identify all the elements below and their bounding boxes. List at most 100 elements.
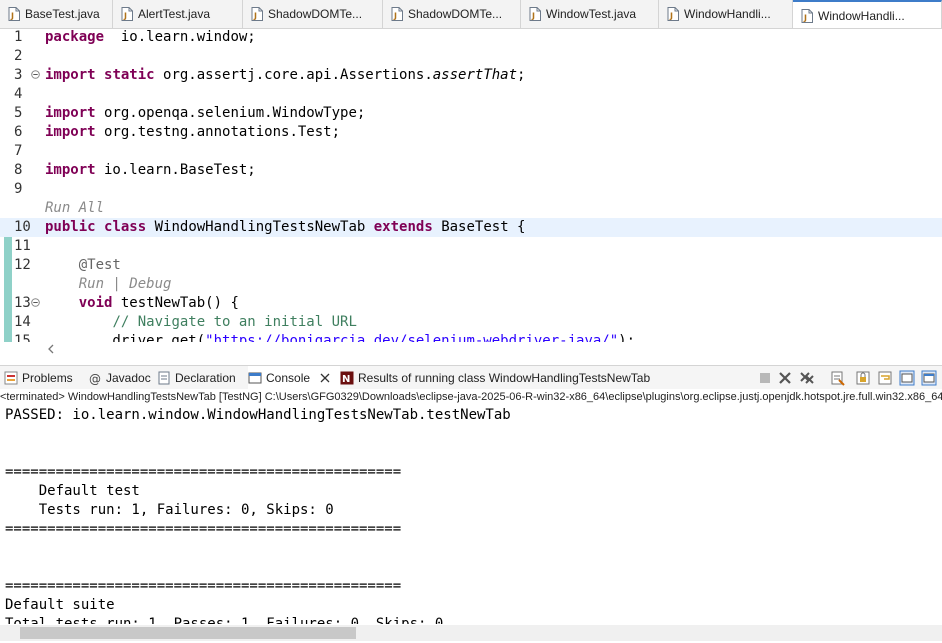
code-token: @Test xyxy=(78,257,121,273)
code-text: import org.openqa.selenium.WindowType; xyxy=(45,104,365,123)
terminate-icon[interactable] xyxy=(757,370,773,386)
code-text: package io.learn.window; xyxy=(45,29,256,47)
console-line: ========================================… xyxy=(5,578,402,594)
fold-collapse-icon[interactable] xyxy=(31,70,40,79)
code-line: 13 void testNewTab() { xyxy=(0,294,942,313)
editor-tab[interactable]: J BaseTest.java xyxy=(0,0,113,28)
svg-text:J: J xyxy=(803,13,807,22)
close-icon[interactable] xyxy=(320,373,330,383)
console-line: Default test xyxy=(5,483,140,499)
code-line: 15 driver.get("https://bonigarcia.dev/se… xyxy=(0,332,942,342)
code-line: 2 xyxy=(0,47,942,66)
code-token: import xyxy=(45,124,96,140)
view-tab-label: Declaration xyxy=(175,371,236,385)
code-line: Run | Debug xyxy=(0,275,942,294)
editor-tab[interactable]: J WindowTest.java xyxy=(521,0,659,28)
line-number: 8 xyxy=(14,162,23,178)
line-number: 6 xyxy=(14,124,23,140)
code-token: // Navigate to an initial URL xyxy=(112,314,357,330)
view-tab-strip: Problems @ Javadoc Declaration Console N Resul… xyxy=(0,365,942,391)
view-tab-results[interactable]: N Results of running class WindowHandling… xyxy=(340,366,660,390)
editor-tab-label: WindowHandli... xyxy=(684,7,771,21)
console-line: Default suite xyxy=(5,597,115,613)
code-token: extends xyxy=(373,219,433,235)
code-text: @Test xyxy=(45,256,121,275)
console-horizontal-scrollbar[interactable] xyxy=(0,625,942,641)
java-file-icon: J xyxy=(121,7,133,21)
word-wrap-icon[interactable] xyxy=(877,370,893,386)
line-number: 1 xyxy=(14,29,23,45)
editor-tab[interactable]: J ShadowDOMTe... xyxy=(243,0,383,28)
scroll-thumb[interactable] xyxy=(20,627,356,639)
view-tab-problems[interactable]: Problems xyxy=(4,366,88,390)
problems-icon xyxy=(4,371,18,385)
remove-all-terminated-icon[interactable] xyxy=(799,370,815,386)
editor-tab[interactable]: J ShadowDOMTe... xyxy=(383,0,521,28)
java-file-icon: J xyxy=(8,7,20,21)
code-token: BaseTest { xyxy=(432,219,526,235)
code-lens-link[interactable]: Run | Debug xyxy=(79,276,172,292)
declaration-icon xyxy=(158,371,170,385)
code-token: WindowHandlingTestsNewTab xyxy=(146,219,374,235)
editor-tab[interactable]: J WindowHandli... xyxy=(659,0,793,28)
svg-text:J: J xyxy=(669,12,673,21)
svg-text:J: J xyxy=(123,12,127,21)
line-number: 14 xyxy=(14,314,31,330)
console-output[interactable]: PASSED: io.learn.window.WindowHandlingTe… xyxy=(0,406,942,624)
svg-text:J: J xyxy=(393,12,397,21)
remove-launch-icon[interactable] xyxy=(777,370,793,386)
editor-tab-label: AlertTest.java xyxy=(138,7,211,21)
code-token: org.openqa.selenium.WindowType; xyxy=(95,105,366,121)
editor-tab-label: ShadowDOMTe... xyxy=(268,7,363,21)
scroll-left-icon[interactable] xyxy=(44,342,58,356)
editor-tab[interactable]: J WindowHandli... xyxy=(793,0,942,28)
line-number: 10 xyxy=(14,219,31,235)
line-number: 11 xyxy=(14,238,31,254)
java-file-icon: J xyxy=(251,7,263,21)
code-editor[interactable]: 1 package io.learn.window; 2 3 import static… xyxy=(0,29,942,342)
clear-console-icon[interactable] xyxy=(830,370,846,386)
java-file-icon: J xyxy=(667,7,679,21)
svg-text:J: J xyxy=(531,12,535,21)
console-line: ========================================… xyxy=(5,464,402,480)
code-line: 4 xyxy=(0,85,942,104)
line-number: 4 xyxy=(14,86,23,102)
editor-tab[interactable]: J AlertTest.java xyxy=(113,0,243,28)
line-number: 15 xyxy=(14,333,31,342)
fold-collapse-icon[interactable] xyxy=(31,298,40,307)
console-line: PASSED: io.learn.window.WindowHandlingTe… xyxy=(5,407,511,423)
code-token: driver.get( xyxy=(45,333,206,342)
code-text: import io.learn.BaseTest; xyxy=(45,161,256,180)
code-token: static xyxy=(104,67,155,83)
view-tab-javadoc[interactable]: @ Javadoc xyxy=(88,366,152,390)
code-token: assertThat xyxy=(432,67,518,83)
code-line: 10 public class WindowHandlingTestsNewTab… xyxy=(0,218,942,237)
code-text: public class WindowHandlingTestsNewTab e… xyxy=(45,218,525,237)
pin-console-icon[interactable] xyxy=(899,370,915,386)
code-token: public xyxy=(45,219,96,235)
testng-results-icon: N xyxy=(340,371,354,385)
console-line: Total tests run: 1, Passes: 1, Failures:… xyxy=(5,616,444,624)
editor-tab-label: BaseTest.java xyxy=(25,7,100,21)
view-tab-label: Results of running class WindowHandlingT… xyxy=(358,371,651,385)
line-number: 12 xyxy=(14,257,31,273)
code-token: class xyxy=(104,219,147,235)
code-lens-link[interactable]: Run All xyxy=(45,200,104,216)
console-icon xyxy=(248,372,262,384)
code-line: 7 xyxy=(0,142,942,161)
line-number: 5 xyxy=(14,105,23,121)
scroll-lock-icon[interactable] xyxy=(855,370,871,386)
view-tab-console[interactable]: Console xyxy=(248,366,340,390)
line-number: 2 xyxy=(14,48,23,64)
display-selected-console-icon[interactable] xyxy=(921,370,937,386)
editor-horizontal-scrollbar[interactable] xyxy=(0,342,942,356)
code-line: 12 @Test xyxy=(0,256,942,275)
code-token: "https://bonigarcia.dev/selenium-webdriv… xyxy=(205,333,619,342)
code-text: driver.get("https://bonigarcia.dev/selen… xyxy=(45,332,635,342)
view-tab-declaration[interactable]: Declaration xyxy=(157,366,243,390)
